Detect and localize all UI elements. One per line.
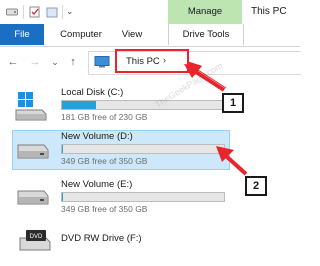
drive-name[interactable]: New Volume (D:) [61, 131, 133, 142]
tab-computer[interactable]: Computer [55, 24, 107, 45]
properties-icon[interactable] [29, 6, 40, 18]
highlight-box [115, 49, 189, 73]
drive-name[interactable]: DVD RW Drive (F:) [61, 233, 142, 244]
new-folder-icon[interactable] [46, 6, 58, 18]
tab-view[interactable]: View [112, 24, 152, 45]
hard-drive-icon [16, 142, 50, 164]
hard-drive-icon [16, 188, 50, 210]
windows-drive-icon [14, 92, 48, 124]
usage-bar-fill [62, 145, 63, 153]
separator [62, 5, 63, 19]
up-button[interactable]: ↑ [66, 55, 80, 69]
usage-bar [61, 144, 225, 154]
drive-name[interactable]: New Volume (E:) [61, 179, 132, 190]
tab-file[interactable]: File [0, 24, 44, 45]
callout-2: 2 [245, 176, 267, 196]
svg-text:DVD: DVD [30, 234, 43, 240]
callout-1: 1 [222, 93, 244, 113]
back-button[interactable]: ← [6, 55, 20, 69]
separator [23, 5, 24, 19]
drive-size: 181 GB free of 230 GB [61, 112, 148, 122]
usage-bar-fill [62, 101, 96, 109]
tab-drive-tools[interactable]: Drive Tools [168, 24, 244, 45]
forward-button[interactable]: → [28, 55, 42, 69]
recent-locations-button[interactable]: ⌄ [48, 55, 62, 69]
drive-icon[interactable] [6, 6, 18, 18]
this-pc-icon [94, 56, 110, 70]
window-title: This PC [251, 6, 287, 17]
dvd-drive-icon: DVD [18, 228, 52, 256]
usage-bar [61, 192, 225, 202]
drive-size: 349 GB free of 350 GB [61, 204, 148, 214]
manage-label: Manage [187, 6, 223, 17]
customize-toolbar-icon[interactable]: ⌄ [66, 6, 74, 17]
drive-size: 349 GB free of 350 GB [61, 156, 148, 166]
usage-bar-fill [62, 193, 63, 201]
drive-name[interactable]: Local Disk (C:) [61, 87, 123, 98]
